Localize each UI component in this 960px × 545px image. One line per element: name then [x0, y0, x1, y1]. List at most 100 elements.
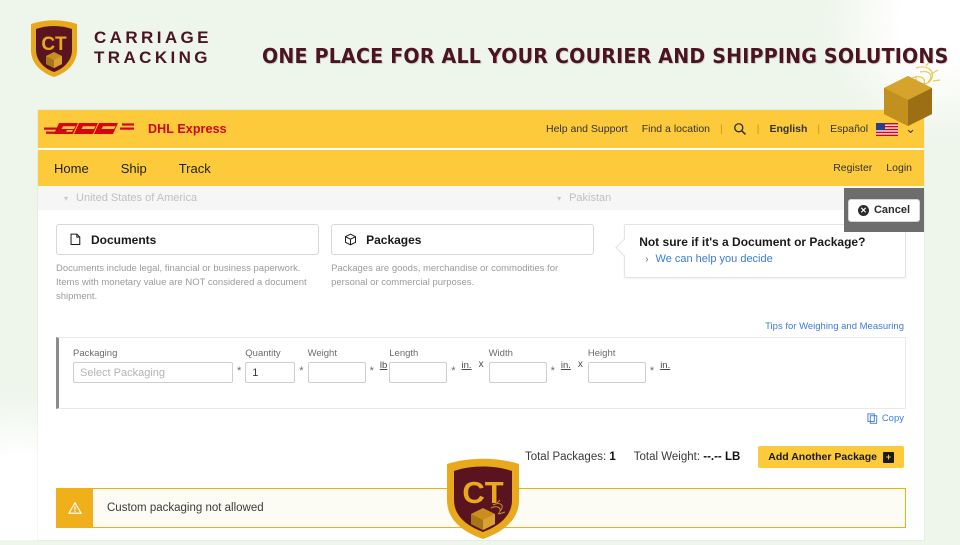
close-circle-icon: ✕	[857, 204, 869, 216]
height-input[interactable]	[587, 362, 646, 384]
chevron-down-icon[interactable]: ⌄	[905, 121, 916, 137]
width-required-mark: *	[550, 365, 555, 378]
total-packages-value: 1	[609, 451, 616, 464]
total-packages: Total Packages: 1	[525, 451, 616, 463]
from-country-value[interactable]: United States of America	[76, 192, 197, 204]
length-input[interactable]	[389, 362, 448, 384]
language-english-link[interactable]: English	[769, 123, 807, 135]
route-country-row: ▾ United States of America ▾ Pakistan	[38, 186, 924, 210]
total-weight-label: Total Weight:	[633, 451, 701, 464]
login-link[interactable]: Login	[886, 162, 912, 174]
divider-2: |	[756, 123, 760, 135]
quantity-input[interactable]: 1	[245, 362, 296, 384]
height-label: Height	[587, 348, 616, 360]
custom-packaging-alert-message: Custom packaging not allowed	[107, 502, 264, 515]
documents-tab-label: Documents	[91, 232, 157, 247]
document-icon	[69, 233, 82, 246]
brand-wordmark: CARRIAGE TRACKING	[94, 28, 212, 67]
dimension-separator-2: x	[577, 359, 583, 371]
nav-item-ship[interactable]: Ship	[105, 161, 163, 176]
add-another-package-button[interactable]: Add Another Package +	[758, 446, 904, 469]
add-another-package-label: Add Another Package	[768, 451, 877, 464]
cancel-overlay-strip: ✕ Cancel	[844, 188, 924, 232]
width-field-group: Width * in. x	[488, 348, 588, 384]
height-field: Height	[587, 348, 646, 384]
help-decide-link[interactable]: › We can help you decide	[639, 253, 893, 265]
packaging-select[interactable]: Select Packaging	[73, 362, 233, 384]
tips-weighing-measuring-link[interactable]: Tips for Weighing and Measuring	[56, 321, 906, 332]
dhl-product-name: DHL Express	[148, 122, 227, 136]
register-link[interactable]: Register	[833, 162, 872, 174]
weight-input[interactable]	[307, 362, 366, 384]
quantity-field-group: Quantity 1 *	[245, 348, 307, 384]
carriage-tracking-logo-icon: CT	[28, 18, 80, 78]
help-and-support-link[interactable]: Help and Support	[546, 123, 628, 135]
length-label: Length	[389, 348, 419, 360]
shipment-type-row: Documents Documents include legal, finan…	[56, 224, 907, 303]
weight-label: Weight	[307, 348, 337, 360]
documents-tab[interactable]: Documents	[56, 224, 320, 255]
packaging-label: Packaging	[73, 348, 118, 360]
package-entry-row: Packaging Select Packaging * Quantity 1 …	[56, 337, 906, 410]
weight-unit-label[interactable]: lb	[380, 348, 387, 371]
account-links: Register Login	[833, 162, 924, 174]
length-required-mark: *	[451, 365, 456, 378]
weight-field: Weight	[307, 348, 366, 384]
copy-label: Copy	[881, 413, 904, 425]
svg-text:CT: CT	[462, 475, 503, 510]
total-weight-value: --.-- LB	[703, 451, 741, 464]
total-weight: Total Weight: --.-- LB	[634, 451, 741, 463]
quantity-label: Quantity	[245, 348, 281, 360]
to-country-caret-icon: ▾	[557, 193, 562, 203]
width-field: Width	[488, 348, 547, 384]
package-box-icon	[344, 233, 357, 246]
nav-item-track[interactable]: Track	[163, 161, 227, 176]
warning-triangle-icon	[57, 489, 93, 528]
width-label: Width	[488, 348, 513, 360]
copy-package-action[interactable]: Copy	[56, 413, 906, 424]
total-packages-label: Total Packages:	[524, 451, 607, 464]
packaging-field-group: Packaging Select Packaging *	[73, 348, 245, 384]
language-spanish-link[interactable]: Español	[830, 123, 868, 135]
brand-line-1: CARRIAGE	[94, 28, 212, 48]
length-field-group: Length * in. x	[389, 348, 488, 384]
help-card-title: Not sure if it's a Document or Package?	[639, 235, 866, 249]
from-country-caret-icon: ▾	[64, 193, 69, 203]
help-decide-card: Not sure if it's a Document or Package? …	[624, 224, 907, 278]
quantity-required-mark: *	[299, 365, 304, 378]
packaging-required-mark: *	[237, 365, 242, 378]
length-field: Length	[389, 348, 448, 384]
help-decide-link-label: We can help you decide	[655, 253, 773, 265]
dhl-utility-nav: Help and Support Find a location | | Eng…	[546, 121, 924, 137]
dhl-logo-icon[interactable]	[44, 119, 136, 139]
chevron-right-icon: ›	[645, 253, 649, 265]
to-country-value[interactable]: Pakistan	[569, 192, 611, 204]
dhl-main-nav: Home Ship Track Register Login	[38, 148, 924, 186]
site-brand: CT CARRIAGE TRACKING	[28, 18, 212, 78]
divider-3: |	[817, 123, 821, 135]
divider: |	[720, 123, 723, 135]
length-unit-label[interactable]: in.	[462, 348, 472, 371]
nav-item-home[interactable]: Home	[38, 161, 105, 176]
search-icon[interactable]	[733, 122, 747, 136]
find-a-location-link[interactable]: Find a location	[642, 123, 710, 135]
height-unit-label[interactable]: in.	[660, 348, 670, 371]
plus-icon: +	[883, 451, 894, 463]
weight-field-group: Weight * lb	[307, 348, 390, 384]
documents-column: Documents Documents include legal, finan…	[56, 224, 320, 303]
packages-tab-label: Packages	[366, 232, 422, 247]
width-unit-label[interactable]: in.	[561, 348, 571, 371]
packages-description: Packages are goods, merchandise or commo…	[331, 263, 559, 288]
dhl-header-bar: DHL Express Help and Support Find a loca…	[38, 110, 924, 148]
weight-required-mark: *	[369, 365, 374, 378]
us-flag-icon[interactable]	[876, 122, 899, 136]
cancel-button-label: Cancel	[873, 204, 911, 216]
packages-column: Packages Packages are goods, merchandise…	[331, 224, 595, 290]
packages-tab[interactable]: Packages	[331, 224, 595, 255]
width-input[interactable]	[488, 362, 547, 384]
cancel-button[interactable]: ✕ Cancel	[847, 198, 921, 222]
height-required-mark: *	[649, 365, 655, 378]
quantity-field: Quantity 1	[245, 348, 296, 384]
documents-description: Documents include legal, financial or bu…	[56, 263, 307, 302]
height-field-group: Height * in.	[587, 348, 672, 384]
